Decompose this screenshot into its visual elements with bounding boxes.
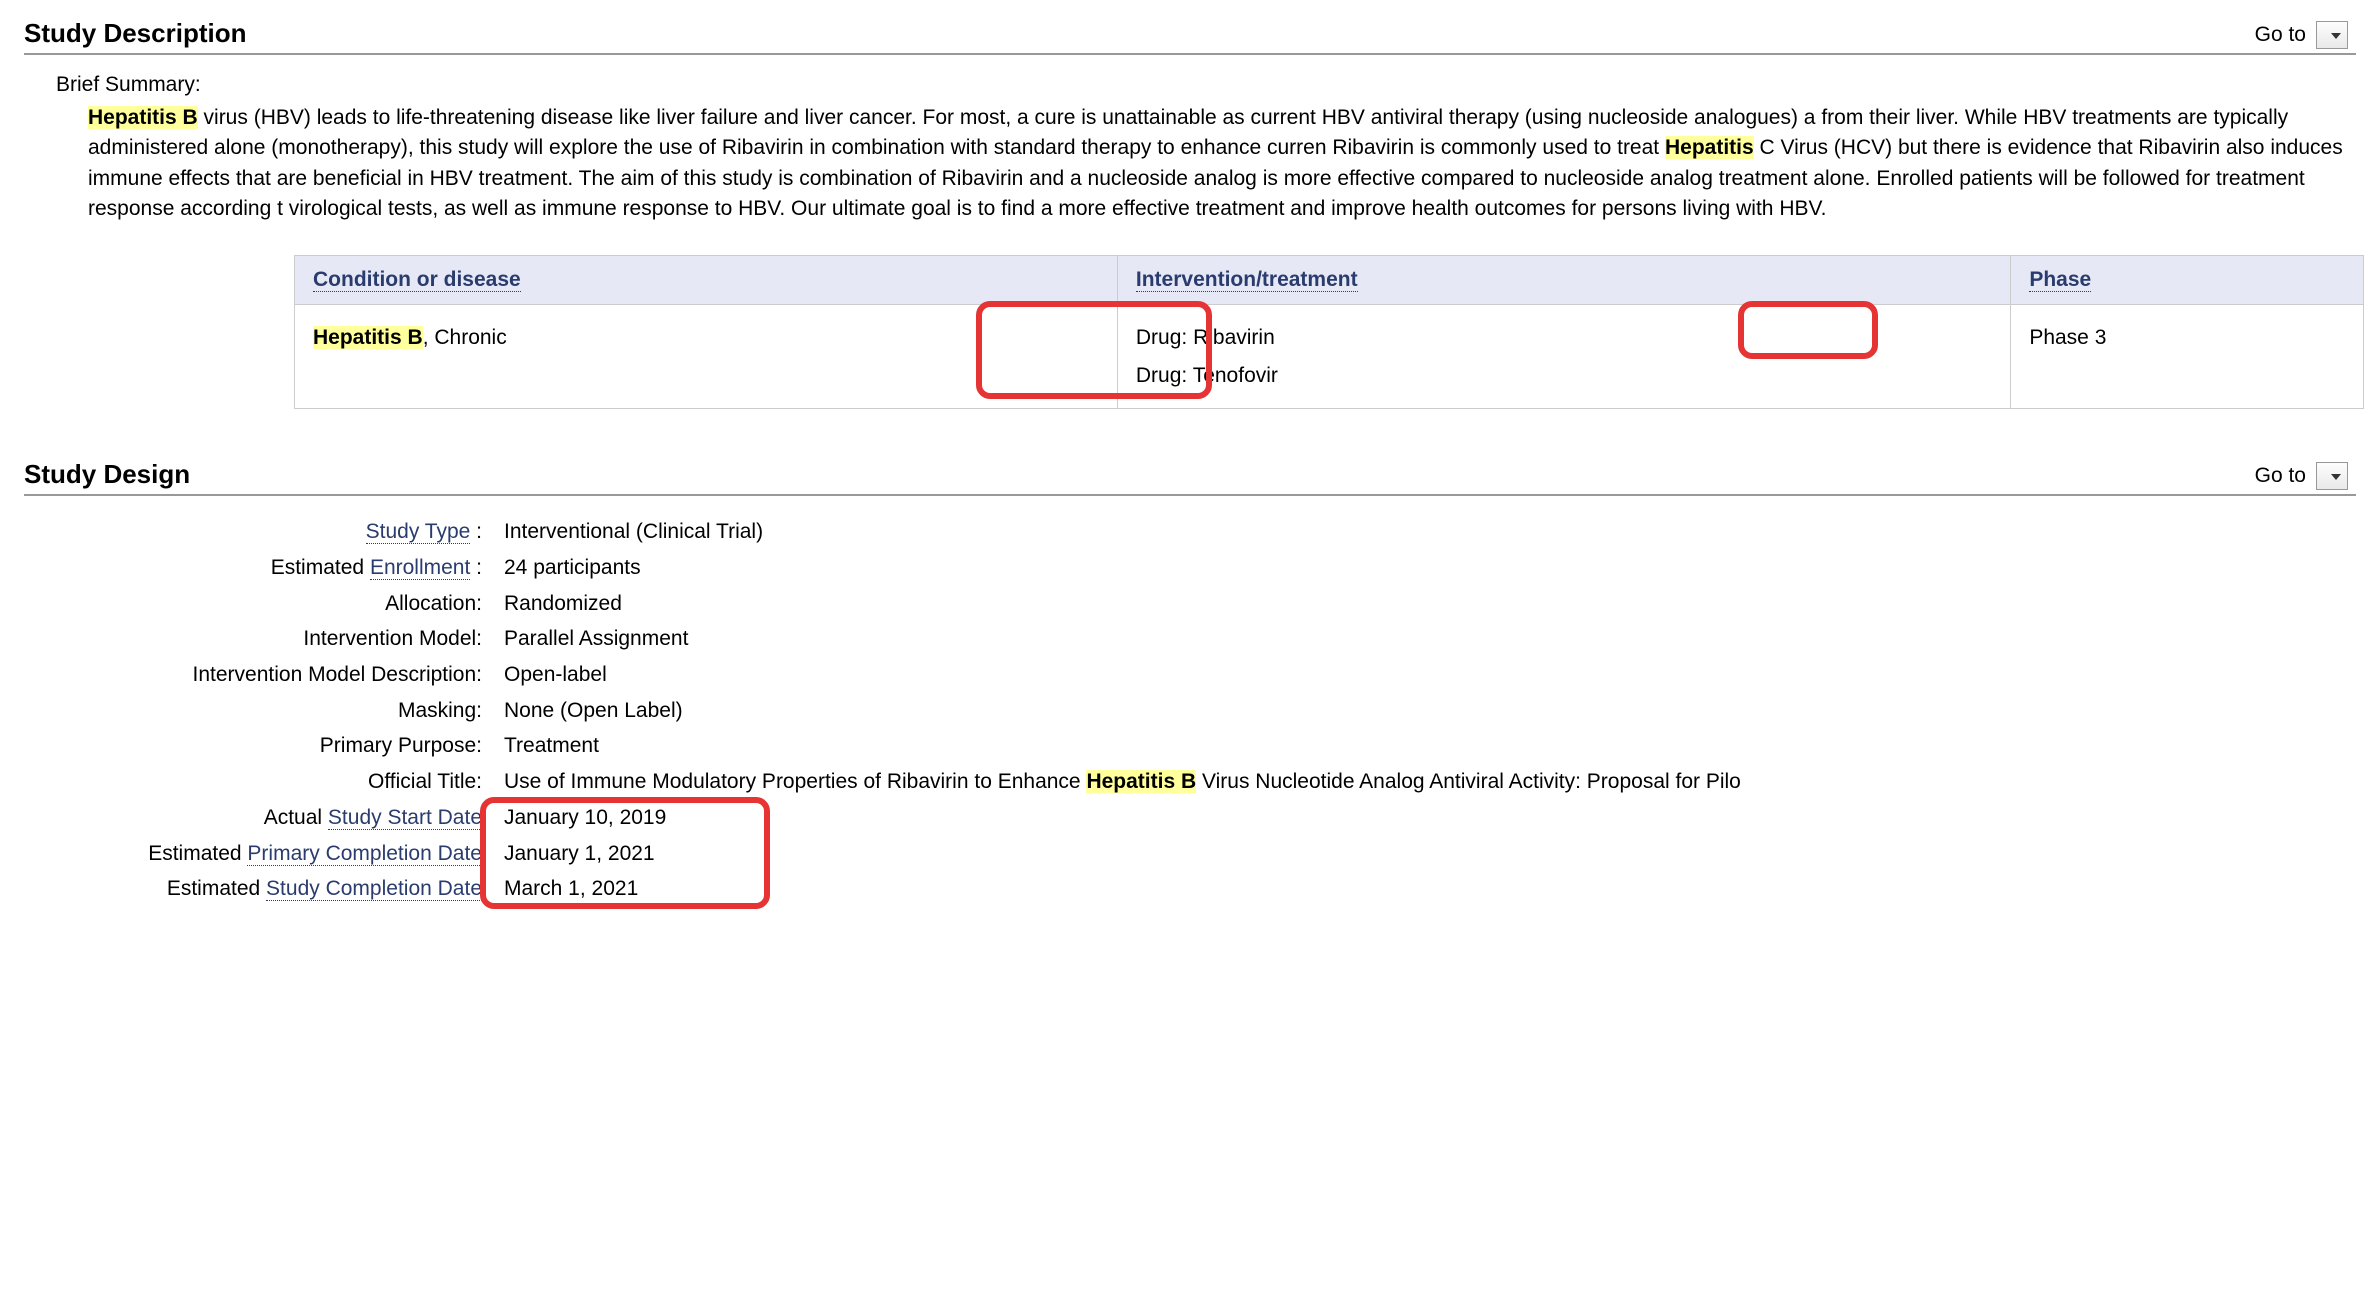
design-row: Intervention Model:Parallel Assignment xyxy=(84,621,2356,657)
highlight-term: Hepatitis B xyxy=(313,326,423,349)
design-value: Interventional (Clinical Trial) xyxy=(504,514,763,550)
design-value: 24 participants xyxy=(504,550,641,586)
glossary-term[interactable]: Enrollment xyxy=(370,556,470,580)
highlight-term: Hepatitis xyxy=(1665,136,1754,159)
cell-intervention: Drug: Ribavirin Drug: Tenofovir xyxy=(1117,304,2010,409)
design-label: Study Type : xyxy=(84,514,504,550)
design-value: Treatment xyxy=(504,728,599,764)
design-value: March 1, 2021 xyxy=(504,871,638,907)
design-row: Estimated Study Completion DateMarch 1, … xyxy=(84,871,2356,907)
glossary-term[interactable]: Primary Completion Date xyxy=(247,842,482,866)
design-value: None (Open Label) xyxy=(504,693,683,729)
brief-summary-text: Hepatitis B virus (HBV) leads to life-th… xyxy=(88,103,2356,225)
design-label: Official Title: xyxy=(84,764,504,800)
brief-summary-label: Brief Summary: xyxy=(56,73,2356,97)
design-row: Primary Purpose:Treatment xyxy=(84,728,2356,764)
design-row: Actual Study Start DateJanuary 10, 2019 xyxy=(84,800,2356,836)
design-value: January 1, 2021 xyxy=(504,836,655,872)
design-row: Official Title:Use of Immune Modulatory … xyxy=(84,764,2356,800)
design-value: Open-label xyxy=(504,657,607,693)
section-title: Study Design xyxy=(24,459,190,490)
design-label: Intervention Model: xyxy=(84,621,504,657)
design-label: Primary Purpose: xyxy=(84,728,504,764)
highlight-term: Hepatitis B xyxy=(1086,770,1196,793)
column-header-intervention[interactable]: Intervention/treatment xyxy=(1136,268,1358,292)
section-header-description: Study Description Go to xyxy=(24,18,2356,55)
chevron-down-icon[interactable] xyxy=(2316,21,2348,49)
chevron-down-icon[interactable] xyxy=(2316,462,2348,490)
design-row: Estimated Enrollment :24 participants xyxy=(84,550,2356,586)
table-header-row: Condition or disease Intervention/treatm… xyxy=(295,255,2364,304)
highlight-term: Hepatitis B xyxy=(88,106,198,129)
design-label: Estimated Primary Completion Date xyxy=(84,836,504,872)
design-row: Estimated Primary Completion DateJanuary… xyxy=(84,836,2356,872)
design-label: Actual Study Start Date xyxy=(84,800,504,836)
design-label: Estimated Enrollment : xyxy=(84,550,504,586)
goto-dropdown[interactable]: Go to xyxy=(2255,21,2356,49)
cell-condition: Hepatitis B, Chronic xyxy=(295,304,1118,409)
design-label: Masking: xyxy=(84,693,504,729)
design-value: Parallel Assignment xyxy=(504,621,688,657)
column-header-phase[interactable]: Phase xyxy=(2029,268,2091,292)
design-row: Study Type :Interventional (Clinical Tri… xyxy=(84,514,2356,550)
cell-phase: Phase 3 xyxy=(2011,304,2364,409)
design-row: Allocation:Randomized xyxy=(84,586,2356,622)
table-row: Hepatitis B, Chronic Drug: Ribavirin Dru… xyxy=(295,304,2364,409)
design-label: Estimated Study Completion Date xyxy=(84,871,504,907)
goto-label: Go to xyxy=(2255,23,2306,47)
glossary-term[interactable]: Study Start Date xyxy=(328,806,482,830)
design-row: Masking:None (Open Label) xyxy=(84,693,2356,729)
goto-label: Go to xyxy=(2255,464,2306,488)
design-label: Allocation: xyxy=(84,586,504,622)
glossary-term[interactable]: Study Completion Date xyxy=(266,877,482,901)
design-row: Intervention Model Description:Open-labe… xyxy=(84,657,2356,693)
glossary-term[interactable]: Study Type xyxy=(366,520,471,544)
section-title: Study Description xyxy=(24,18,246,49)
goto-dropdown[interactable]: Go to xyxy=(2255,462,2356,490)
design-value: January 10, 2019 xyxy=(504,800,666,836)
section-header-design: Study Design Go to xyxy=(24,459,2356,496)
design-value: Randomized xyxy=(504,586,622,622)
column-header-condition[interactable]: Condition or disease xyxy=(313,268,521,292)
condition-intervention-table: Condition or disease Intervention/treatm… xyxy=(294,255,2364,410)
design-label: Intervention Model Description: xyxy=(84,657,504,693)
design-value: Use of Immune Modulatory Properties of R… xyxy=(504,764,1741,800)
study-design-list: Study Type :Interventional (Clinical Tri… xyxy=(84,514,2356,907)
